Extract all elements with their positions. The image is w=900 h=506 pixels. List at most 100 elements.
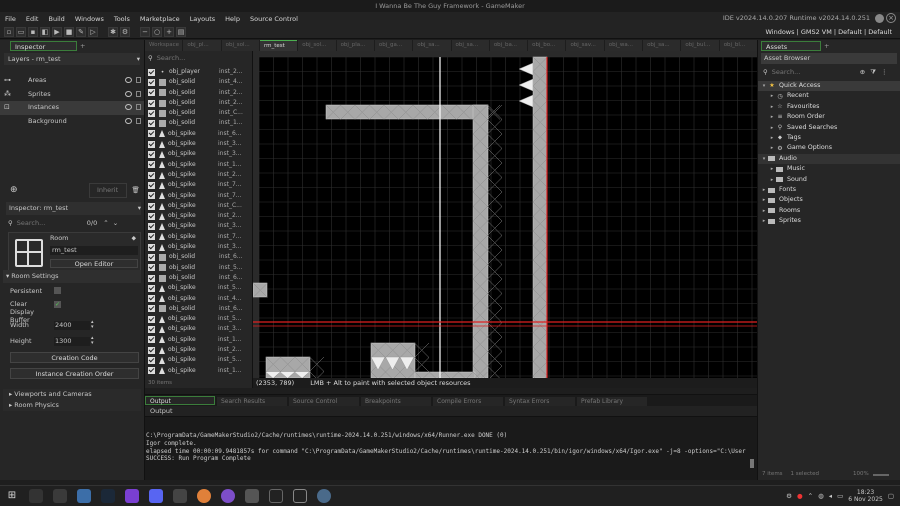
explorer-icon[interactable] <box>77 489 91 503</box>
doc-tab[interactable]: obj_sa... <box>643 40 681 51</box>
streamdeck-icon[interactable] <box>269 489 283 503</box>
network-icon[interactable]: ◍ <box>818 492 824 500</box>
instance-row[interactable]: obj_spike inst_5... <box>145 314 252 324</box>
doc-tab[interactable]: obj_pl... <box>183 40 221 51</box>
lock-icon[interactable] <box>136 90 141 97</box>
instance-checkbox[interactable] <box>148 264 155 272</box>
close-icon[interactable]: × <box>886 13 896 23</box>
instance-row[interactable]: obj_spike inst_7... <box>145 232 252 242</box>
room-search-input[interactable]: Search... <box>17 217 87 230</box>
instance-checkbox[interactable] <box>148 68 155 76</box>
folder-sprites[interactable]: ▸ Sprites <box>758 216 900 226</box>
instance-checkbox[interactable] <box>148 140 155 148</box>
instance-row[interactable]: obj_spike inst_4... <box>145 294 252 304</box>
eye-icon[interactable] <box>125 104 132 110</box>
instance-row[interactable]: obj_spike inst_3... <box>145 139 252 149</box>
more-icon[interactable]: ⋮ <box>881 66 888 79</box>
settings-icon[interactable]: ✱ <box>108 26 118 37</box>
instance-order-button[interactable]: Instance Creation Order <box>10 368 139 379</box>
add-layer-icon[interactable]: ⊕ <box>10 184 18 197</box>
run-icon[interactable]: ▶ <box>52 26 62 37</box>
instance-checkbox[interactable] <box>148 78 155 86</box>
inherit-button[interactable]: Inherit <box>88 183 127 198</box>
instance-checkbox[interactable] <box>148 233 155 241</box>
height-input[interactable]: 1300 <box>54 337 90 346</box>
instance-checkbox[interactable] <box>148 151 155 159</box>
menu-item-tools[interactable]: Tools <box>109 15 135 23</box>
width-stepper[interactable]: ▴ ▾ <box>91 320 94 330</box>
quick-access[interactable]: ▾ ★ Quick Access <box>758 81 900 92</box>
open-icon[interactable]: ▭ <box>16 26 26 37</box>
photos-icon[interactable] <box>173 489 187 503</box>
instance-row[interactable]: obj_solid inst_2... <box>145 98 252 108</box>
output-tab-prefab-library[interactable]: Prefab Library <box>577 397 647 406</box>
output-tab-syntax-errors[interactable]: Syntax Errors <box>505 397 575 406</box>
doc-tab[interactable]: obj_sa... <box>413 40 451 51</box>
layer-sprites[interactable]: ⁂ Sprites <box>0 88 144 102</box>
folder-music[interactable]: ▸ Music <box>758 164 900 174</box>
room-editor-canvas[interactable] <box>253 51 757 378</box>
instance-row[interactable]: obj_spike inst_7... <box>145 191 252 201</box>
doc-tab[interactable]: obj_pla... <box>336 40 374 51</box>
instance-checkbox[interactable] <box>148 346 155 354</box>
folder-objects[interactable]: ▸ Objects <box>758 195 900 205</box>
doc-tab[interactable]: obj_bul... <box>681 40 719 51</box>
tray-icon[interactable]: ⚙ <box>786 492 792 500</box>
instance-row[interactable]: obj_spike inst_7... <box>145 180 252 190</box>
chevron-down-icon[interactable]: ⌄ <box>113 217 118 230</box>
new-icon[interactable]: ▫ <box>4 26 14 37</box>
terminal-icon[interactable] <box>29 489 43 503</box>
doc-tab[interactable]: obj_wa... <box>604 40 643 51</box>
doc-tab[interactable]: obj_bl... <box>719 40 757 51</box>
filter-icon[interactable]: ⧩ <box>870 66 876 79</box>
persistent-checkbox[interactable] <box>54 287 61 294</box>
instance-row[interactable]: obj_spike inst_3... <box>145 149 252 159</box>
zoom-out-icon[interactable]: − <box>140 26 150 37</box>
instance-checkbox[interactable] <box>148 109 155 117</box>
instance-row[interactable]: obj_solid inst_5... <box>145 263 252 273</box>
target-selector[interactable]: Windows | GMS2 VM | Default | Default <box>765 25 892 39</box>
instance-checkbox[interactable] <box>148 367 155 375</box>
instance-row[interactable]: obj_spike inst_2... <box>145 345 252 355</box>
folder-sound[interactable]: ▸ Sound <box>758 175 900 185</box>
eye-icon[interactable] <box>125 90 132 97</box>
build-icon[interactable]: ◧ <box>40 26 50 37</box>
instance-checkbox[interactable] <box>148 326 155 334</box>
instance-row[interactable]: obj_spike inst_6... <box>145 129 252 139</box>
menu-item-build[interactable]: Build <box>43 15 69 23</box>
chevron-up-icon[interactable]: ⌃ <box>103 217 108 230</box>
add-tab-icon[interactable]: + <box>80 42 85 50</box>
instance-checkbox[interactable] <box>148 243 155 251</box>
instance-checkbox[interactable] <box>148 161 155 169</box>
asset-search-input[interactable]: Search... <box>772 66 852 79</box>
instance-row[interactable]: obj_solid inst_6... <box>145 252 252 262</box>
menu-item-windows[interactable]: Windows <box>70 15 109 23</box>
instance-checkbox[interactable] <box>148 89 155 97</box>
doc-tab[interactable]: obj_sa... <box>451 40 489 51</box>
instance-checkbox[interactable] <box>148 212 155 220</box>
layer-instances[interactable]: ⊡ Instances <box>0 101 144 115</box>
layers-header[interactable]: Layers - rm_test ▾ <box>4 53 140 65</box>
instance-row[interactable]: obj_spike inst_3... <box>145 242 252 252</box>
instance-row[interactable]: obj_solid inst_6... <box>145 273 252 283</box>
instance-checkbox[interactable] <box>148 192 155 200</box>
instance-row[interactable]: obj_spike inst_3... <box>145 324 252 334</box>
package-icon[interactable]: ▤ <box>176 26 186 37</box>
instance-row[interactable]: obj_spike inst_1... <box>145 366 252 376</box>
twitch-icon[interactable] <box>125 489 139 503</box>
instance-checkbox[interactable] <box>148 315 155 323</box>
discord-icon[interactable] <box>149 489 163 503</box>
instance-checkbox[interactable] <box>148 253 155 261</box>
battery-icon[interactable]: ▭ <box>837 492 843 500</box>
output-scrollbar[interactable] <box>750 459 754 468</box>
add-tab-icon[interactable]: + <box>824 42 829 50</box>
instance-checkbox[interactable] <box>148 305 155 313</box>
gear-icon[interactable]: ⚙ <box>120 26 130 37</box>
menu-item-layouts[interactable]: Layouts <box>185 15 220 23</box>
room-inspector-header[interactable]: Inspector: rm_test ▾ <box>6 202 141 215</box>
debug-icon[interactable]: ▷ <box>88 26 98 37</box>
folder-fonts[interactable]: ▸ Fonts <box>758 185 900 195</box>
notification-icon[interactable]: ▢ <box>888 492 894 500</box>
instance-row[interactable]: obj_solid inst_2... <box>145 88 252 98</box>
room-settings-header[interactable]: ▾ Room Settings <box>3 270 141 283</box>
